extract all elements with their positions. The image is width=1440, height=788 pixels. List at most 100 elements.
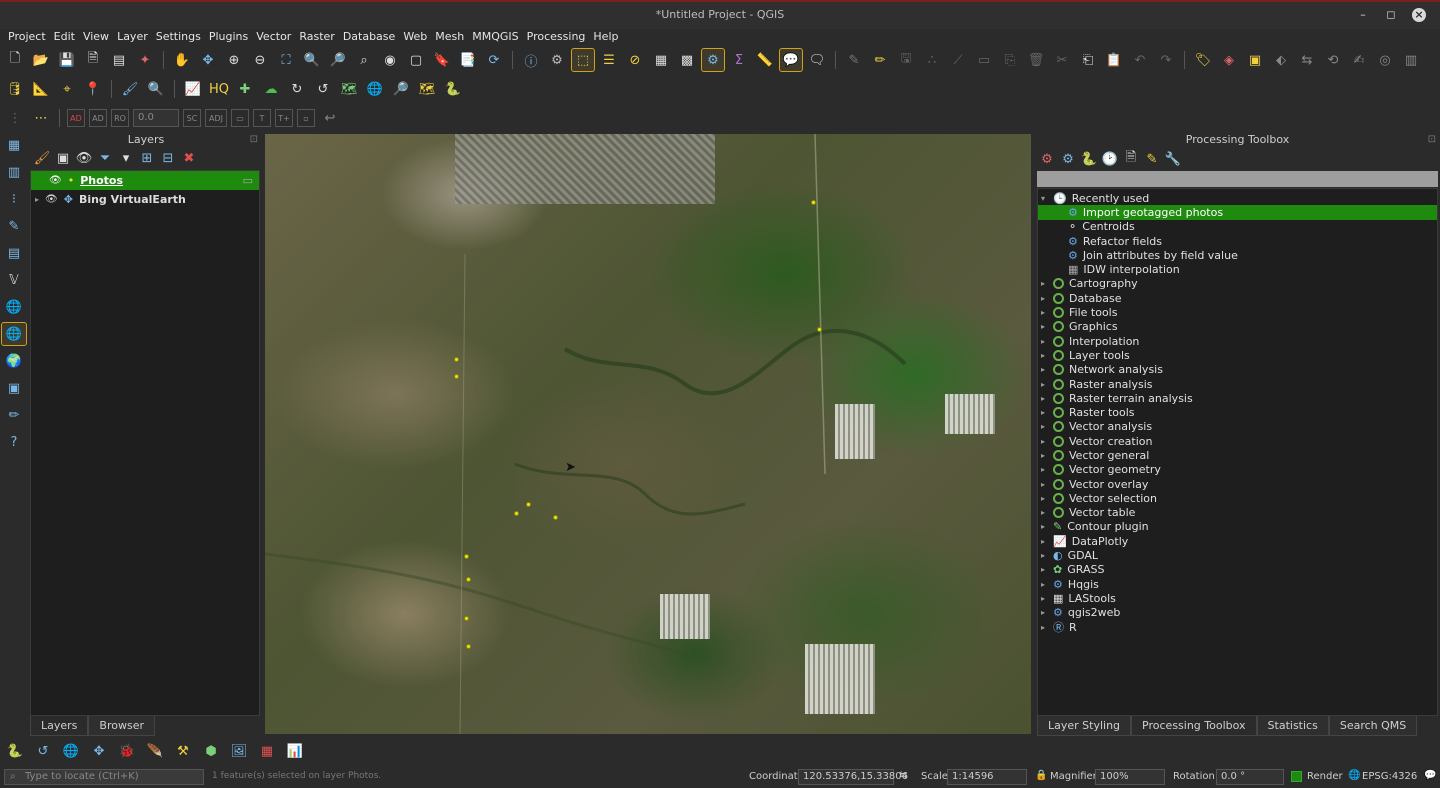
tree-group[interactable]: ▸ Interpolation bbox=[1038, 334, 1437, 348]
identify-features-icon[interactable]: ⓘ bbox=[520, 49, 542, 71]
models-icon[interactable]: ⚙ bbox=[1039, 151, 1055, 167]
add-layer-icon[interactable]: ✚ bbox=[234, 78, 256, 100]
rotate-cw-icon[interactable]: ↻ bbox=[286, 78, 308, 100]
layer-styling-icon[interactable]: 🖌 bbox=[119, 78, 141, 100]
layer-photos[interactable]: 👁 • Photos ▭ bbox=[31, 171, 259, 190]
t-plus-button[interactable]: T+ bbox=[275, 109, 293, 127]
edit-features-inplace-icon[interactable]: ✎ bbox=[1144, 151, 1160, 167]
photo-point[interactable] bbox=[454, 357, 459, 362]
layer-bing[interactable]: ▸ 👁 ✥ Bing VirtualEarth bbox=[31, 190, 259, 209]
visibility-eye-icon[interactable]: 👁 bbox=[49, 175, 62, 186]
remove-layer-icon[interactable]: ✖ bbox=[181, 150, 197, 166]
tab-layers[interactable]: Layers bbox=[30, 716, 89, 736]
expand-arrow-icon[interactable]: ▸ bbox=[1038, 537, 1048, 546]
menu-settings[interactable]: Settings bbox=[152, 29, 205, 45]
layout-manager-icon[interactable]: ▤ bbox=[108, 49, 130, 71]
tree-recently-used[interactable]: ▾ 🕒 Recently used bbox=[1038, 191, 1437, 205]
filter-legend-icon[interactable]: ⏷ bbox=[97, 150, 113, 166]
pan-icon[interactable]: ✋ bbox=[171, 49, 193, 71]
hammer-icon[interactable]: ⚒ bbox=[172, 740, 194, 762]
tab-browser[interactable]: Browser bbox=[88, 716, 155, 736]
scale-field[interactable]: 1:14596 bbox=[947, 769, 1027, 785]
collapse-all-icon[interactable]: ⊟ bbox=[160, 150, 176, 166]
qgis2web-icon[interactable]: ⬢ bbox=[200, 740, 222, 762]
zoom-last-icon[interactable]: ◉ bbox=[379, 49, 401, 71]
tree-group[interactable]: ▸ Vector overlay bbox=[1038, 477, 1437, 491]
filter-by-expression-icon[interactable]: ▾ bbox=[118, 150, 134, 166]
change-label-icon[interactable]: ✍ bbox=[1348, 49, 1370, 71]
toolbox-search-input[interactable] bbox=[1037, 171, 1438, 187]
open-attribute-table-icon[interactable]: ▦ bbox=[650, 49, 672, 71]
grid-icon[interactable]: ▦ bbox=[256, 740, 278, 762]
crs-label[interactable]: EPSG:4326 bbox=[1362, 771, 1417, 782]
expand-arrow-icon[interactable]: ▸ bbox=[1038, 337, 1048, 346]
menu-database[interactable]: Database bbox=[339, 29, 400, 45]
diagram-tool-icon[interactable]: ◈ bbox=[1218, 49, 1240, 71]
open-project-icon[interactable]: 📂 bbox=[30, 49, 52, 71]
add-xyz-icon[interactable]: 🌐 bbox=[1, 322, 27, 346]
field-calculator-icon[interactable]: ▩ bbox=[676, 49, 698, 71]
tree-group[interactable]: ▸ Graphics bbox=[1038, 320, 1437, 334]
expand-arrow-icon[interactable]: ▸ bbox=[1038, 551, 1048, 560]
tree-provider[interactable]: ▸ ◐ GDAL bbox=[1038, 548, 1437, 562]
rotate-ccw-icon[interactable]: ↺ bbox=[312, 78, 334, 100]
expand-arrow-icon[interactable]: ▸ bbox=[1038, 422, 1048, 431]
tree-group[interactable]: ▸ Vector creation bbox=[1038, 434, 1437, 448]
pan-to-selection-icon[interactable]: ✥ bbox=[197, 49, 219, 71]
zoom-to-selection-icon[interactable]: 🔍 bbox=[301, 49, 323, 71]
add-vector-layer-icon[interactable]: ▦ bbox=[2, 134, 26, 156]
new-map-view-icon[interactable]: ▢ bbox=[405, 49, 427, 71]
photo-point[interactable] bbox=[454, 374, 459, 379]
expand-arrow-icon[interactable]: ▸ bbox=[1038, 279, 1048, 288]
render-checkbox[interactable] bbox=[1291, 771, 1302, 782]
tree-provider[interactable]: ▸ ▦ LAStools bbox=[1038, 591, 1437, 605]
photo-point[interactable] bbox=[466, 644, 471, 649]
modify-attributes-icon[interactable]: ▭ bbox=[973, 49, 995, 71]
expand-arrow-icon[interactable]: ▸ bbox=[1038, 408, 1048, 417]
tree-group[interactable]: ▸ Vector geometry bbox=[1038, 463, 1437, 477]
zoom-native-icon[interactable]: ⌕ bbox=[353, 49, 375, 71]
help-icon[interactable]: ? bbox=[2, 431, 26, 453]
rotation-field[interactable]: 0.0 ° bbox=[1216, 769, 1284, 785]
tree-group[interactable]: ▸ Raster terrain analysis bbox=[1038, 391, 1437, 405]
database-icon[interactable]: 🛢 bbox=[4, 78, 26, 100]
ad-button[interactable]: AD bbox=[67, 109, 85, 127]
measure-line-icon[interactable]: 📏 bbox=[754, 49, 776, 71]
image-icon[interactable]: 🖼 bbox=[228, 740, 250, 762]
value-spinbox[interactable]: 0.0 bbox=[133, 109, 179, 127]
open-layer-styling-icon[interactable]: 🖌 bbox=[34, 150, 51, 166]
tree-provider[interactable]: ▸ ⚙ Hqgis bbox=[1038, 577, 1437, 591]
photo-point[interactable] bbox=[464, 554, 469, 559]
redo-icon[interactable]: ↷ bbox=[1155, 49, 1177, 71]
toggle-extents-icon[interactable]: ⇆ bbox=[899, 770, 907, 781]
deselect-features-icon[interactable]: ⊘ bbox=[624, 49, 646, 71]
tab-search-qms[interactable]: Search QMS bbox=[1328, 716, 1418, 736]
menu-help[interactable]: Help bbox=[589, 29, 622, 45]
magnifier-field[interactable]: 100% bbox=[1095, 769, 1165, 785]
expand-arrow-icon[interactable]: ▸ bbox=[1038, 322, 1048, 331]
rotate-label-icon[interactable]: ⟲ bbox=[1322, 49, 1344, 71]
photo-point[interactable] bbox=[811, 200, 816, 205]
cut-features-icon[interactable]: ✂ bbox=[1051, 49, 1073, 71]
options-icon[interactable]: 🔧 bbox=[1165, 151, 1181, 167]
add-wfs-icon[interactable]: ▣ bbox=[2, 377, 26, 399]
new-print-layout-icon[interactable]: 🗎 bbox=[82, 49, 104, 71]
manage-visibility-icon[interactable]: 👁 bbox=[76, 150, 93, 166]
expand-arrow-icon[interactable]: ▸ bbox=[1038, 308, 1048, 317]
minimize-button[interactable]: – bbox=[1356, 8, 1370, 22]
expand-arrow-icon[interactable]: ▸ bbox=[1038, 522, 1048, 531]
expand-arrow-icon[interactable]: ▸ bbox=[1038, 565, 1048, 574]
locator-input[interactable]: ⌕ Type to locate (Ctrl+K) bbox=[4, 769, 204, 785]
tab-layer-styling[interactable]: Layer Styling bbox=[1037, 716, 1132, 736]
expand-arrow-icon[interactable]: ▸ bbox=[1038, 580, 1048, 589]
crs-icon[interactable]: 🌐 bbox=[1348, 770, 1360, 781]
photo-point[interactable] bbox=[817, 327, 822, 332]
tree-item-recent[interactable]: ⚙ Refactor fields bbox=[1038, 234, 1437, 248]
highlight-pinned-icon[interactable]: ⬖ bbox=[1270, 49, 1292, 71]
lock-scale-icon[interactable]: 🔒 bbox=[1035, 770, 1047, 781]
photo-point[interactable] bbox=[526, 502, 531, 507]
box-button[interactable]: ▭ bbox=[231, 109, 249, 127]
export-map-icon[interactable]: 🗺 bbox=[416, 78, 438, 100]
tree-group[interactable]: ▸ Raster tools bbox=[1038, 405, 1437, 419]
zoom-to-layer-icon[interactable]: 🔎 bbox=[327, 49, 349, 71]
